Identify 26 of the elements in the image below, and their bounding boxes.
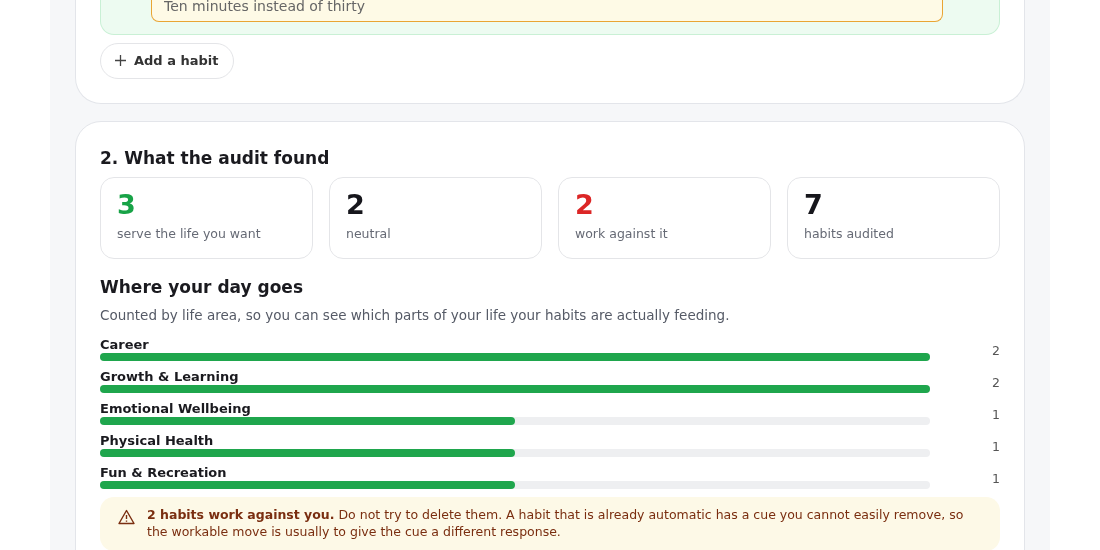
- warning-icon: [118, 508, 135, 525]
- stat-label: habits audited: [804, 224, 895, 243]
- area-label: Physical Health: [100, 434, 215, 449]
- area-count: 2: [991, 342, 1000, 360]
- stat-label: serve the life you want: [117, 224, 262, 243]
- warning-text: 2 habits work against you. Do not try to delete them. A habit that is already automatic has a cue you cannot easily remove, so the workable move is usually to give the cue a different response.: [147, 506, 965, 541]
- stat-value: 2: [575, 190, 595, 220]
- stat-value: 7: [804, 190, 824, 220]
- answer-field[interactable]: Ten minutes instead of thirty: [151, 0, 943, 22]
- area-label: Fun & Recreation: [100, 466, 228, 481]
- area-label: Career: [100, 338, 150, 353]
- section-description: Counted by life area, so you can see which parts of your life your habits are actually feeding.: [100, 305, 731, 325]
- stat-label: neutral: [346, 224, 392, 243]
- add-habit-button[interactable]: Add a habit: [100, 43, 234, 79]
- plus-icon: [115, 55, 126, 67]
- stat-label: work against it: [575, 224, 669, 243]
- area-label: Emotional Wellbeing: [100, 402, 252, 417]
- stat-value: 2: [346, 190, 366, 220]
- area-count: 1: [991, 406, 1000, 424]
- stat-value: 3: [117, 190, 137, 220]
- area-count: 1: [991, 470, 1000, 488]
- area-count: 1: [991, 438, 1000, 456]
- area-count: 2: [991, 374, 1000, 392]
- area-label: Growth & Learning: [100, 370, 240, 385]
- section-heading: Where your day goes: [100, 276, 304, 299]
- section-title: 2. What the audit found: [100, 146, 331, 170]
